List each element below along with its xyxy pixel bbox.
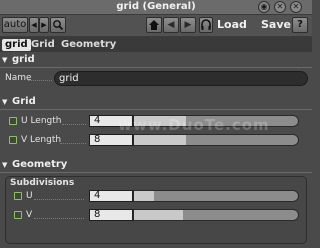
window-pin-button[interactable]: ◉: [258, 1, 270, 13]
tab-grid[interactable]: Grid: [28, 39, 58, 51]
divider: [0, 172, 312, 173]
divider: [0, 109, 312, 110]
triangle-down-icon: ▼: [2, 161, 8, 169]
triangle-down-icon: ▼: [2, 56, 8, 64]
toolbar: auto ◀ ▶ ◀ ▶ Load Save ?: [0, 15, 312, 37]
section-geometry-title: Geometry: [12, 159, 68, 170]
v-length-slider[interactable]: [133, 134, 299, 146]
section-geometry-header[interactable]: ▼ Geometry: [0, 159, 312, 171]
dot-leader: [62, 124, 86, 126]
tab-strip: grid Grid Geometry: [0, 37, 312, 52]
subdiv-u-checkbox[interactable]: [14, 192, 22, 200]
dot-leader: [28, 80, 52, 82]
section-grid-title: Grid: [12, 96, 36, 107]
house-icon: [149, 20, 159, 30]
tab-geometry[interactable]: Geometry: [58, 39, 119, 51]
u-length-label: U Length: [21, 116, 62, 126]
title-bar: grid (General) ◉ ✕ ✕: [0, 0, 312, 15]
name-field[interactable]: grid: [54, 71, 308, 86]
section-node-title: grid: [12, 54, 35, 65]
subdivisions-label: Subdivisions: [10, 178, 75, 188]
slider-fill: [134, 191, 154, 201]
subdiv-v-field[interactable]: 8: [89, 209, 133, 221]
watermark-text: www.DuoTe.com: [118, 116, 270, 134]
search-button[interactable]: [50, 17, 66, 33]
dot-leader: [34, 199, 84, 201]
load-button[interactable]: Load: [217, 17, 247, 33]
dot-leader: [34, 218, 84, 220]
arrow-left-icon: ◀: [167, 20, 175, 30]
save-button[interactable]: Save: [261, 17, 291, 33]
subdiv-v-label: V: [26, 210, 33, 220]
dot-leader: [60, 143, 86, 145]
triangle-left-icon: ◀: [31, 21, 37, 29]
subdiv-u-field[interactable]: 4: [89, 190, 133, 202]
subdiv-u-slider[interactable]: [133, 190, 299, 202]
home-button[interactable]: [146, 17, 162, 33]
window-minimize-button[interactable]: ✕: [274, 1, 286, 13]
subdiv-v-checkbox[interactable]: [14, 211, 22, 219]
preset-menu[interactable]: auto: [2, 17, 28, 33]
name-label: Name: [5, 73, 32, 83]
section-grid-header[interactable]: ▼ Grid: [0, 96, 312, 108]
slider-fill: [134, 135, 187, 145]
help-label: ?: [297, 19, 303, 30]
forward-button[interactable]: ▶: [180, 17, 196, 33]
v-length-label: V Length: [21, 135, 62, 145]
window-close-button[interactable]: ✕: [290, 1, 302, 13]
preset-label: auto: [3, 19, 27, 30]
v-length-field[interactable]: 8: [89, 134, 133, 146]
subdiv-u-label: U: [26, 191, 33, 201]
headphones-icon: [201, 19, 211, 30]
tab-grid-node[interactable]: grid: [2, 39, 31, 51]
section-node-header[interactable]: ▼ grid: [0, 54, 312, 66]
headphones-button[interactable]: [199, 17, 213, 33]
triangle-right-icon: ▶: [41, 21, 47, 29]
triangle-down-icon: ▼: [2, 98, 8, 106]
subdiv-v-slider[interactable]: [133, 209, 299, 221]
help-button[interactable]: ?: [292, 17, 308, 33]
search-icon: [53, 20, 64, 31]
arrow-right-icon: ▶: [184, 20, 192, 30]
slider-fill: [134, 210, 184, 220]
back-button[interactable]: ◀: [163, 17, 179, 33]
u-length-checkbox[interactable]: [9, 117, 17, 125]
divider: [0, 67, 312, 68]
prev-button[interactable]: ◀: [29, 17, 39, 33]
v-length-checkbox[interactable]: [9, 136, 17, 144]
next-button[interactable]: ▶: [39, 17, 49, 33]
